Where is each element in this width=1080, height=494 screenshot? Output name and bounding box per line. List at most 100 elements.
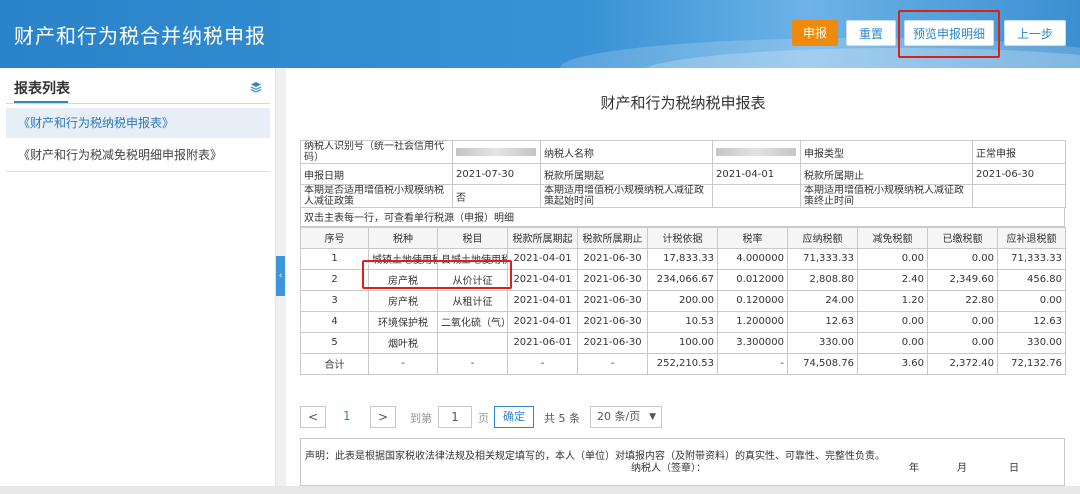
table-cell: 456.80 (997, 268, 1066, 291)
highlight-box (362, 260, 512, 289)
period-end-label: 税款所属期止 (800, 163, 973, 185)
table-cell: 12.63 (787, 310, 858, 333)
sidebar-title: 报表列表 (14, 81, 70, 97)
table-cell: - (507, 352, 578, 375)
table-cell: - (717, 352, 788, 375)
day-label: 日 (1009, 463, 1019, 474)
table-cell: 0.00 (857, 331, 928, 354)
table-cell: 5 (300, 331, 369, 354)
chevron-down-icon: ▼ (649, 412, 656, 422)
column-header: 税款所属期止 (577, 226, 648, 249)
prev-step-button[interactable]: 上一步 (1004, 20, 1066, 46)
table-cell: 2021-06-01 (507, 331, 578, 354)
period-start-value: 2021-04-01 (712, 163, 801, 185)
table-cell: 2021-06-30 (577, 268, 648, 291)
table-cell: 3.300000 (717, 331, 788, 354)
table-cell: 2.40 (857, 268, 928, 291)
period-end-value: 2021-06-30 (972, 163, 1066, 185)
table-cell: 1.200000 (717, 310, 788, 333)
table-cell: 1.20 (857, 289, 928, 312)
goto-confirm-button[interactable]: 确定 (494, 406, 534, 428)
current-page[interactable]: 1 (343, 409, 351, 423)
goto-label: 到第 (410, 412, 432, 425)
policy-end-label: 本期适用增值税小规模纳税人减征政策终止时间 (800, 184, 973, 208)
reset-button[interactable]: 重置 (846, 20, 896, 46)
table-cell: 22.80 (927, 289, 998, 312)
table-row[interactable]: 5 烟叶税 2021-06-01 2021-06-30 100.00 3.300000 33… (300, 331, 1066, 354)
declare-date-value: 2021-07-30 (452, 163, 541, 185)
table-cell: 2021-04-01 (507, 310, 578, 333)
table-cell: - (577, 352, 648, 375)
column-header: 应补退税额 (997, 226, 1066, 249)
table-total-row[interactable]: 合计 - - - -252,210.53-74,508.76 3.60 2,372.40 72… (300, 352, 1066, 375)
declare-type-value: 正常申报 (972, 140, 1066, 164)
redacted-value (456, 147, 536, 156)
table-cell: - (437, 352, 508, 375)
sidebar-item-relief-schedule[interactable]: 《财产和行为税减免税明细申报附表》 (6, 140, 270, 170)
column-header: 序号 (300, 226, 369, 249)
table-cell: 2021-06-30 (577, 310, 648, 333)
column-header: 应纳税额 (787, 226, 858, 249)
column-header: 税率 (717, 226, 788, 249)
page-unit-label: 页 (478, 412, 489, 425)
collapse-sidebar-handle[interactable]: ‹ (276, 256, 285, 296)
table-cell: 从租计征 (437, 289, 508, 312)
table-cell: 0.012000 (717, 268, 788, 291)
table-cell: 2021-04-01 (507, 268, 578, 291)
table-cell: 合计 (300, 352, 369, 375)
table-cell: 2,349.60 (927, 268, 998, 291)
declaration-box: 声明：此表是根据国家税收法律法规及相关规定填写的，本人（单位）对填报内容（及附带… (300, 438, 1065, 486)
table-cell: 2,808.80 (787, 268, 858, 291)
page-size-select[interactable]: 20 条/页 ▼ (590, 406, 662, 428)
taxpayer-id-value (452, 140, 541, 164)
taxpayer-name-label: 纳税人名称 (540, 140, 713, 164)
note-row: 双击主表每一行，可查看单行税源（申报）明细 (300, 208, 1065, 227)
table-cell: 330.00 (997, 331, 1066, 354)
table-cell: 0.00 (997, 289, 1066, 312)
table-cell: 2021-06-30 (577, 289, 648, 312)
policy-end-value (972, 184, 1066, 208)
table-cell: 200.00 (647, 289, 718, 312)
total-count: 共 5 条 (544, 412, 580, 425)
goto-page-input[interactable]: 1 (438, 406, 472, 428)
table-cell: 252,210.53 (647, 352, 718, 375)
redacted-value (716, 147, 796, 156)
table-cell: 0.120000 (717, 289, 788, 312)
small-scale-value: 否 (452, 184, 541, 208)
declare-type-label: 申报类型 (800, 140, 973, 164)
table-row[interactable]: 4 环境保护税 二氧化硫（气） 2021-04-01 2021-06-30 10.53 1.… (300, 310, 1066, 333)
table-cell: 10.53 (647, 310, 718, 333)
highlight-box (898, 10, 1000, 58)
column-header: 税种 (368, 226, 438, 249)
table-cell: 2021-04-01 (507, 247, 578, 270)
table-cell: 74,508.76 (787, 352, 858, 375)
table-cell: - (368, 352, 438, 375)
table-cell: 330.00 (787, 331, 858, 354)
layers-icon[interactable] (250, 81, 262, 93)
table-cell: 房产税 (368, 289, 438, 312)
table-cell: 72,132.76 (997, 352, 1066, 375)
table-cell: 4.000000 (717, 247, 788, 270)
taxpayer-name-value (712, 140, 801, 164)
sidebar-item-main-form[interactable]: 《财产和行为税纳税申报表》 (6, 108, 270, 138)
column-header: 已缴税额 (927, 226, 998, 249)
table-cell: 2,372.40 (927, 352, 998, 375)
column-header: 减免税额 (857, 226, 928, 249)
table-row[interactable]: 3 房产税 从租计征 2021-04-01 2021-06-30 200.00 0.1200… (300, 289, 1066, 312)
prev-page-button[interactable]: < (300, 406, 326, 428)
declare-button[interactable]: 申报 (792, 20, 838, 46)
declaration-sheet: 纳税人识别号（统一社会信用代码） 纳税人名称 申报类型 正常申报 申报日期 20… (300, 140, 1066, 375)
next-page-button[interactable]: > (370, 406, 396, 428)
table-header-row: 序号 税种 税目 税款所属期起 税款所属期止 计税依据 税率 应纳税额 减免税额 已缴税额 应补退税… (300, 226, 1066, 249)
table-cell: 2021-06-30 (577, 331, 648, 354)
bottom-bar (0, 486, 1080, 494)
period-start-label: 税款所属期起 (540, 163, 713, 185)
month-label: 月 (957, 463, 967, 474)
table-cell: 3.60 (857, 352, 928, 375)
tax-items-table: 序号 税种 税目 税款所属期起 税款所属期止 计税依据 税率 应纳税额 减免税额 已缴税额 应补退税… (300, 226, 1066, 375)
table-cell: 2 (300, 268, 369, 291)
divider (6, 171, 270, 172)
table-cell: 0.00 (857, 247, 928, 270)
declare-date-label: 申报日期 (300, 163, 453, 185)
column-header: 税款所属期起 (507, 226, 578, 249)
